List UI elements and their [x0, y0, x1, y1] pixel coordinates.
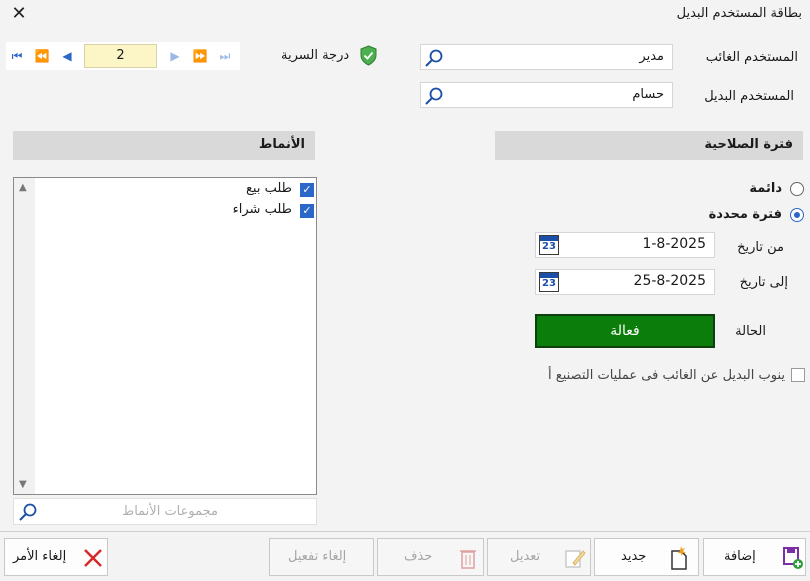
pattern-label: طلب بيع	[245, 181, 292, 196]
manufacturing-checkbox[interactable]	[791, 368, 805, 382]
calendar-icon[interactable]: 23	[539, 272, 559, 292]
substitute-user-field[interactable]: حسام	[420, 82, 673, 108]
record-navigator: ⏮ ⏪ ◀ 2 ▶ ⏩ ⏭	[6, 42, 240, 70]
scrollbar[interactable]: ▲ ▼	[14, 178, 35, 494]
add-record-icon	[783, 547, 803, 569]
list-item[interactable]: ✓ طلب بيع	[224, 181, 314, 201]
scroll-down-icon[interactable]: ▼	[19, 479, 27, 490]
pattern-checkbox[interactable]: ✓	[300, 183, 314, 197]
edit-icon	[565, 550, 586, 568]
substitute-user-value: حسام	[632, 87, 664, 102]
patterns-list[interactable]: ▲ ▼ ✓ طلب بيع ✓ طلب شراء	[13, 177, 317, 495]
to-date-value: 25-8-2025	[633, 273, 706, 289]
previous-record-icon[interactable]: ◀	[58, 47, 76, 65]
previous-page-icon[interactable]: ⏪	[33, 47, 51, 65]
record-number-input[interactable]: 2	[84, 44, 157, 68]
shield-icon	[360, 45, 377, 66]
new-document-icon	[671, 546, 687, 570]
toolbar-divider	[0, 531, 810, 532]
delete-button[interactable]: حذف	[377, 538, 484, 576]
pattern-label: طلب شراء	[232, 202, 292, 217]
edit-button[interactable]: تعديل	[487, 538, 591, 576]
deactivate-button[interactable]: إلغاء تفعيل	[269, 538, 374, 576]
specific-period-radio[interactable]	[790, 208, 804, 222]
next-page-icon[interactable]: ⏩	[191, 47, 209, 65]
deactivate-label: إلغاء تفعيل	[288, 549, 347, 564]
delete-label: حذف	[404, 549, 433, 564]
edit-label: تعديل	[510, 549, 541, 564]
confidentiality-label: درجة السرية	[281, 48, 350, 63]
next-record-icon[interactable]: ▶	[166, 47, 184, 65]
new-button[interactable]: جديد	[594, 538, 699, 576]
to-date-field[interactable]: 25-8-2025 23	[535, 269, 715, 295]
add-button[interactable]: إضافة	[703, 538, 806, 576]
pattern-checkbox[interactable]: ✓	[300, 204, 314, 218]
patterns-section-header: الأنماط	[13, 131, 315, 160]
from-date-label: من تاريخ	[737, 240, 784, 255]
validity-header-text: فترة الصلاحية	[704, 137, 793, 152]
search-icon[interactable]	[18, 502, 38, 522]
absent-user-field[interactable]: مدير	[420, 44, 673, 70]
scroll-up-icon[interactable]: ▲	[19, 182, 27, 193]
new-label: جديد	[621, 549, 647, 564]
manufacturing-label: ينوب البديل عن الغائب فى عمليات التصنيع …	[548, 368, 785, 383]
add-label: إضافة	[724, 549, 756, 564]
permanent-label: دائمة	[749, 181, 782, 196]
first-record-icon[interactable]: ⏮	[8, 47, 26, 65]
list-item[interactable]: ✓ طلب شراء	[224, 202, 314, 222]
title-bar: ✕ بطاقة المستخدم البديل	[0, 0, 810, 30]
cancel-label: إلغاء الأمر	[13, 549, 67, 564]
specific-period-label: فترة محددة	[708, 207, 782, 222]
search-icon[interactable]	[424, 86, 444, 106]
calendar-icon[interactable]: 23	[539, 235, 559, 255]
substitute-user-label: المستخدم البديل	[704, 89, 794, 104]
patterns-header-text: الأنماط	[258, 137, 305, 152]
pattern-groups-placeholder: مجموعات الأنماط	[122, 504, 218, 519]
window-title: بطاقة المستخدم البديل	[676, 6, 802, 21]
absent-user-label: المستخدم الغائب	[705, 50, 798, 65]
absent-user-value: مدير	[639, 49, 664, 64]
search-icon[interactable]	[424, 48, 444, 68]
cancel-button[interactable]: إلغاء الأمر	[4, 538, 108, 576]
permanent-radio[interactable]	[790, 182, 804, 196]
last-record-icon[interactable]: ⏭	[216, 47, 234, 65]
pattern-groups-search[interactable]: مجموعات الأنماط	[13, 498, 317, 525]
trash-icon	[460, 550, 476, 569]
from-date-value: 1-8-2025	[642, 236, 706, 252]
cancel-x-icon	[84, 549, 102, 567]
to-date-label: إلى تاريخ	[739, 275, 788, 290]
validity-section-header: فترة الصلاحية	[495, 131, 803, 160]
status-label: الحالة	[735, 324, 766, 339]
close-icon[interactable]: ✕	[8, 3, 30, 25]
from-date-field[interactable]: 1-8-2025 23	[535, 232, 715, 258]
status-badge: فعالة	[535, 314, 715, 348]
